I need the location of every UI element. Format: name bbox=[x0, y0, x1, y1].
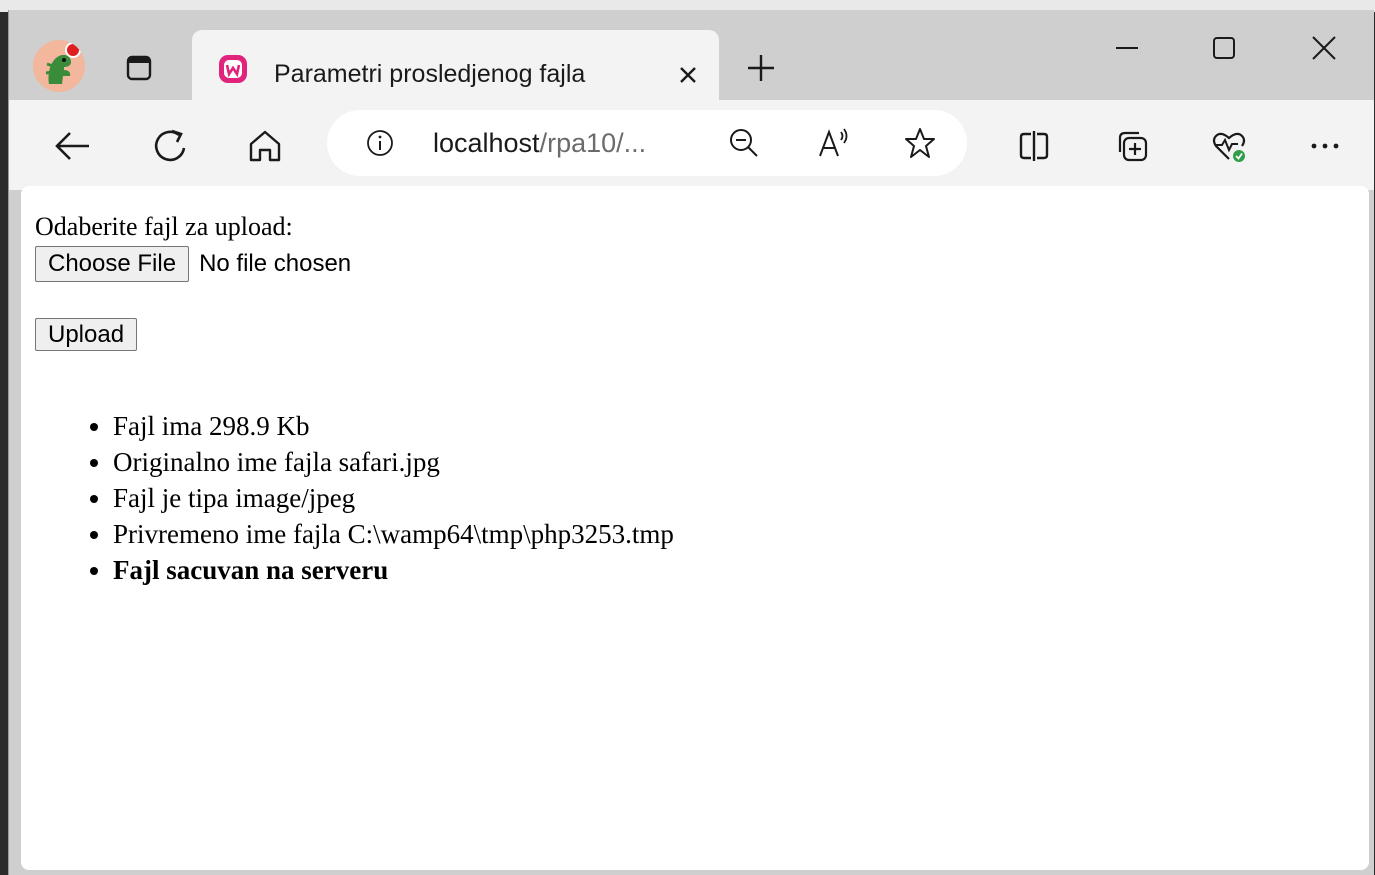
tab-active[interactable]: Parametri prosledjenog fajla bbox=[192, 30, 719, 102]
list-item: Fajl je tipa image/jpeg bbox=[113, 480, 674, 516]
split-screen-icon[interactable] bbox=[1012, 124, 1056, 168]
read-aloud-icon[interactable] bbox=[817, 126, 851, 160]
upload-button[interactable]: Upload bbox=[35, 318, 138, 351]
list-item: Fajl ima 298.9 Kb bbox=[113, 408, 674, 444]
star-icon[interactable] bbox=[903, 126, 937, 160]
window-close-icon[interactable] bbox=[1299, 28, 1349, 68]
file-status: No file chosen bbox=[199, 250, 352, 277]
home-icon[interactable] bbox=[243, 124, 287, 168]
back-arrow-icon[interactable] bbox=[51, 124, 95, 168]
wampserver-icon bbox=[218, 54, 248, 84]
list-item: Originalno ime fajla safari.jpg bbox=[113, 444, 674, 480]
page-content: Odaberite fajl za upload: Choose File No… bbox=[21, 186, 1369, 870]
url-text[interactable]: localhost/rpa10/... bbox=[433, 128, 646, 159]
choose-file-button[interactable]: Choose File bbox=[35, 246, 190, 282]
file-input[interactable]: Choose File No file chosen bbox=[35, 246, 351, 282]
close-icon[interactable] bbox=[675, 62, 701, 88]
maximize-icon[interactable] bbox=[1199, 28, 1249, 68]
tab-actions-icon[interactable] bbox=[121, 50, 157, 86]
more-icon[interactable] bbox=[1303, 124, 1347, 168]
plus-icon[interactable] bbox=[741, 48, 781, 88]
navigation-toolbar: localhost/rpa10/... bbox=[9, 100, 1374, 190]
zoom-out-icon[interactable] bbox=[727, 126, 761, 160]
notification-dot bbox=[65, 42, 81, 58]
list-item: Privremeno ime fajla C:\wamp64\tmp\php32… bbox=[113, 516, 674, 552]
url-path: /rpa10/... bbox=[539, 128, 647, 158]
upload-prompt: Odaberite fajl za upload: bbox=[35, 212, 293, 241]
heart-pulse-icon[interactable] bbox=[1207, 124, 1251, 168]
minimize-icon[interactable] bbox=[1102, 28, 1152, 68]
tab-bar: Parametri prosledjenog fajla bbox=[9, 10, 1374, 102]
address-bar[interactable]: localhost/rpa10/... bbox=[327, 110, 967, 176]
collections-icon[interactable] bbox=[1110, 124, 1154, 168]
list-item: Fajl sacuvan na serveru bbox=[113, 552, 674, 588]
info-icon[interactable] bbox=[365, 128, 395, 158]
tab-title: Parametri prosledjenog fajla bbox=[274, 60, 586, 88]
results-list: Fajl ima 298.9 Kb Originalno ime fajla s… bbox=[21, 408, 674, 588]
refresh-icon[interactable] bbox=[149, 124, 193, 168]
dinosaur-avatar-icon[interactable] bbox=[33, 40, 85, 92]
url-host: localhost bbox=[433, 128, 540, 158]
browser-window: Parametri prosledjenog fajla localhost/r… bbox=[8, 10, 1374, 875]
